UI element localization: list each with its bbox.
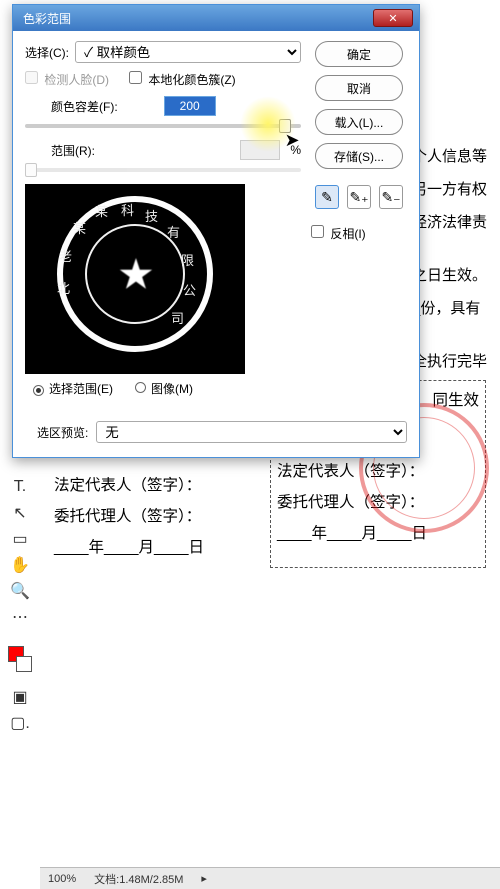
sig-line: 法定代表人（签字）：: [54, 470, 256, 501]
screenmode-icon[interactable]: ▢.: [9, 712, 31, 734]
load-button[interactable]: 载入(L)...: [315, 109, 403, 135]
tool-palette: T. ↖ ▭ ✋ 🔍 ⋯ ▣ ▢.: [0, 470, 40, 734]
cancel-button[interactable]: 取消: [315, 75, 403, 101]
eyedropper-group: ✎ ✎₊ ✎₋: [315, 185, 403, 209]
path-select-tool-icon[interactable]: ↖: [9, 502, 31, 524]
text-frag: 全执行完毕: [412, 345, 492, 378]
fuzziness-slider[interactable]: ➤: [25, 124, 301, 128]
selection-preview[interactable]: ★ 科 技 有 限 公 司 某 某 老 北: [25, 184, 245, 374]
stamp-char: 有: [167, 222, 180, 241]
invert-checkbox[interactable]: [311, 225, 324, 238]
signature-left: 法定代表人（签字）： 委托代理人（签字）： ____年____月____日: [54, 470, 256, 568]
cursor-icon: ➤: [284, 130, 299, 151]
stamp-char: 某: [95, 201, 108, 220]
more-tools-icon[interactable]: ⋯: [9, 606, 31, 628]
save-button[interactable]: 存储(S)...: [315, 143, 403, 169]
text-frag: 另一方有权: [412, 173, 492, 206]
sig-line: ____年____月____日: [54, 532, 256, 563]
radio-image-label: 图像(M): [151, 382, 193, 396]
background-swatch[interactable]: [16, 656, 32, 672]
stamp-char: 司: [171, 308, 184, 327]
localized-clusters-checkbox[interactable]: [129, 71, 142, 84]
stamp-char: 公: [183, 280, 196, 299]
detect-faces-check: 检测人脸(D): [25, 71, 109, 88]
selection-preview-dropdown[interactable]: 无: [96, 421, 407, 443]
sig-line: 委托代理人（签字）：: [54, 501, 256, 532]
ok-button[interactable]: 确定: [315, 41, 403, 67]
signature-blocks: 法定代表人（签字）： 委托代理人（签字）： ____年____月____日 同生…: [54, 470, 486, 568]
close-button[interactable]: ✕: [373, 9, 413, 27]
radio-selection[interactable]: 选择范围(E): [33, 380, 113, 397]
range-label: 范围(R):: [51, 142, 95, 159]
fuzziness-label: 颜色容差(F):: [51, 98, 118, 115]
color-swatches[interactable]: [8, 638, 32, 672]
detect-faces-label: 检测人脸(D): [44, 73, 109, 87]
radio-selection-label: 选择范围(E): [49, 382, 113, 396]
text-frag: 个人信息等: [412, 140, 492, 173]
stamp-char: 老: [59, 246, 72, 265]
type-tool-icon[interactable]: T.: [9, 476, 31, 498]
status-bar: 100% 文档:1.48M/2.85M ▸: [40, 867, 500, 889]
range-slider: [25, 168, 301, 172]
invert-check[interactable]: 反相(I): [311, 225, 366, 242]
select-dropdown[interactable]: ✓ 取样颜色: [75, 41, 301, 63]
dialog-title: 色彩范围: [23, 10, 71, 27]
invert-label: 反相(I): [330, 227, 365, 241]
star-icon: ★: [117, 250, 153, 299]
localized-clusters-check[interactable]: 本地化颜色簇(Z): [129, 71, 236, 88]
document-text-fragments: 个人信息等 另一方有权 经济法律责 之日生效。 _份，具有 全执行完毕: [412, 140, 492, 378]
zoom-level[interactable]: 100%: [48, 873, 76, 885]
selection-preview-label: 选区预览:: [37, 424, 88, 441]
radio-image[interactable]: 图像(M): [135, 380, 193, 397]
stamp-char: 技: [145, 206, 158, 225]
select-label: 选择(C):: [25, 44, 69, 61]
doc-info: 文档:1.48M/2.85M: [94, 871, 183, 887]
quickmask-icon[interactable]: ▣: [9, 686, 31, 708]
eyedropper-icon[interactable]: ✎: [315, 185, 339, 209]
status-arrow-icon[interactable]: ▸: [201, 872, 207, 885]
fuzziness-input[interactable]: [164, 96, 216, 116]
stamp-char: 科: [121, 200, 134, 219]
preview-stamp-ring: ★ 科 技 有 限 公 司 某 某 老 北: [57, 196, 213, 352]
stamp-char: 限: [181, 250, 194, 269]
text-frag: _份，具有: [412, 292, 492, 325]
hand-tool-icon[interactable]: ✋: [9, 554, 31, 576]
stamp-char: 某: [73, 218, 86, 237]
eyedropper-minus-icon[interactable]: ✎₋: [379, 185, 403, 209]
text-frag: 经济法律责: [412, 206, 492, 239]
stamp-char: 北: [57, 278, 70, 297]
localized-clusters-label: 本地化颜色簇(Z): [148, 73, 235, 87]
text-frag: 之日生效。: [412, 259, 492, 292]
close-icon: ✕: [388, 12, 397, 25]
dialog-titlebar[interactable]: 色彩范围 ✕: [13, 5, 419, 31]
zoom-tool-icon[interactable]: 🔍: [9, 580, 31, 602]
shape-tool-icon[interactable]: ▭: [9, 528, 31, 550]
color-range-dialog: 色彩范围 ✕ 选择(C): ✓ 取样颜色 检测人脸(D) 本地化颜色簇(Z): [12, 4, 420, 458]
eyedropper-plus-icon[interactable]: ✎₊: [347, 185, 371, 209]
detect-faces-checkbox: [25, 71, 38, 84]
